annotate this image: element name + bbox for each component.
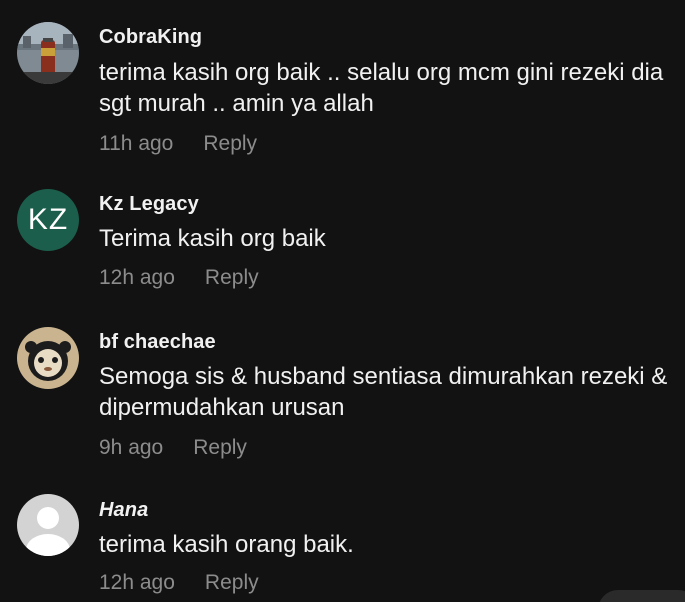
comment-text: Terima kasih org baik	[99, 225, 326, 252]
comment-meta: 11h ago Reply	[99, 132, 257, 156]
default-user-icon	[17, 494, 79, 556]
avatar[interactable]	[17, 494, 79, 556]
cartoon-avatar-icon	[17, 327, 79, 389]
reply-button[interactable]: Reply	[203, 132, 257, 155]
avatar[interactable]	[17, 327, 79, 389]
comment-text: terima kasih orang baik.	[99, 531, 354, 558]
comment-time: 12h ago	[99, 571, 175, 594]
comment-text: terima kasih org baik .. selalu org mcm …	[99, 59, 664, 117]
comment-author[interactable]: Hana	[99, 499, 148, 522]
photo-avatar-icon	[17, 22, 79, 84]
comment-list: CobraKing terima kasih org baik .. selal…	[0, 0, 685, 602]
floating-button-edge[interactable]	[598, 590, 685, 602]
reply-button[interactable]: Reply	[205, 571, 259, 594]
comment-meta: 9h ago Reply	[99, 436, 247, 460]
reply-button[interactable]: Reply	[193, 436, 247, 459]
comment-time: 9h ago	[99, 436, 164, 459]
comment-author[interactable]: Kz Legacy	[99, 193, 199, 216]
comment-text: Semoga sis & husband sentiasa dimurahkan…	[99, 363, 668, 421]
comment-meta: 12h ago Reply	[99, 266, 259, 290]
comment-meta: 12h ago Reply	[99, 571, 259, 595]
comment-time: 11h ago	[99, 132, 174, 155]
avatar[interactable]: KZ	[17, 189, 79, 251]
comment-time: 12h ago	[99, 266, 175, 289]
comment-author[interactable]: CobraKing	[99, 26, 202, 49]
reply-button[interactable]: Reply	[205, 266, 259, 289]
comment-author[interactable]: bf chaechae	[99, 331, 216, 354]
avatar[interactable]	[17, 22, 79, 84]
